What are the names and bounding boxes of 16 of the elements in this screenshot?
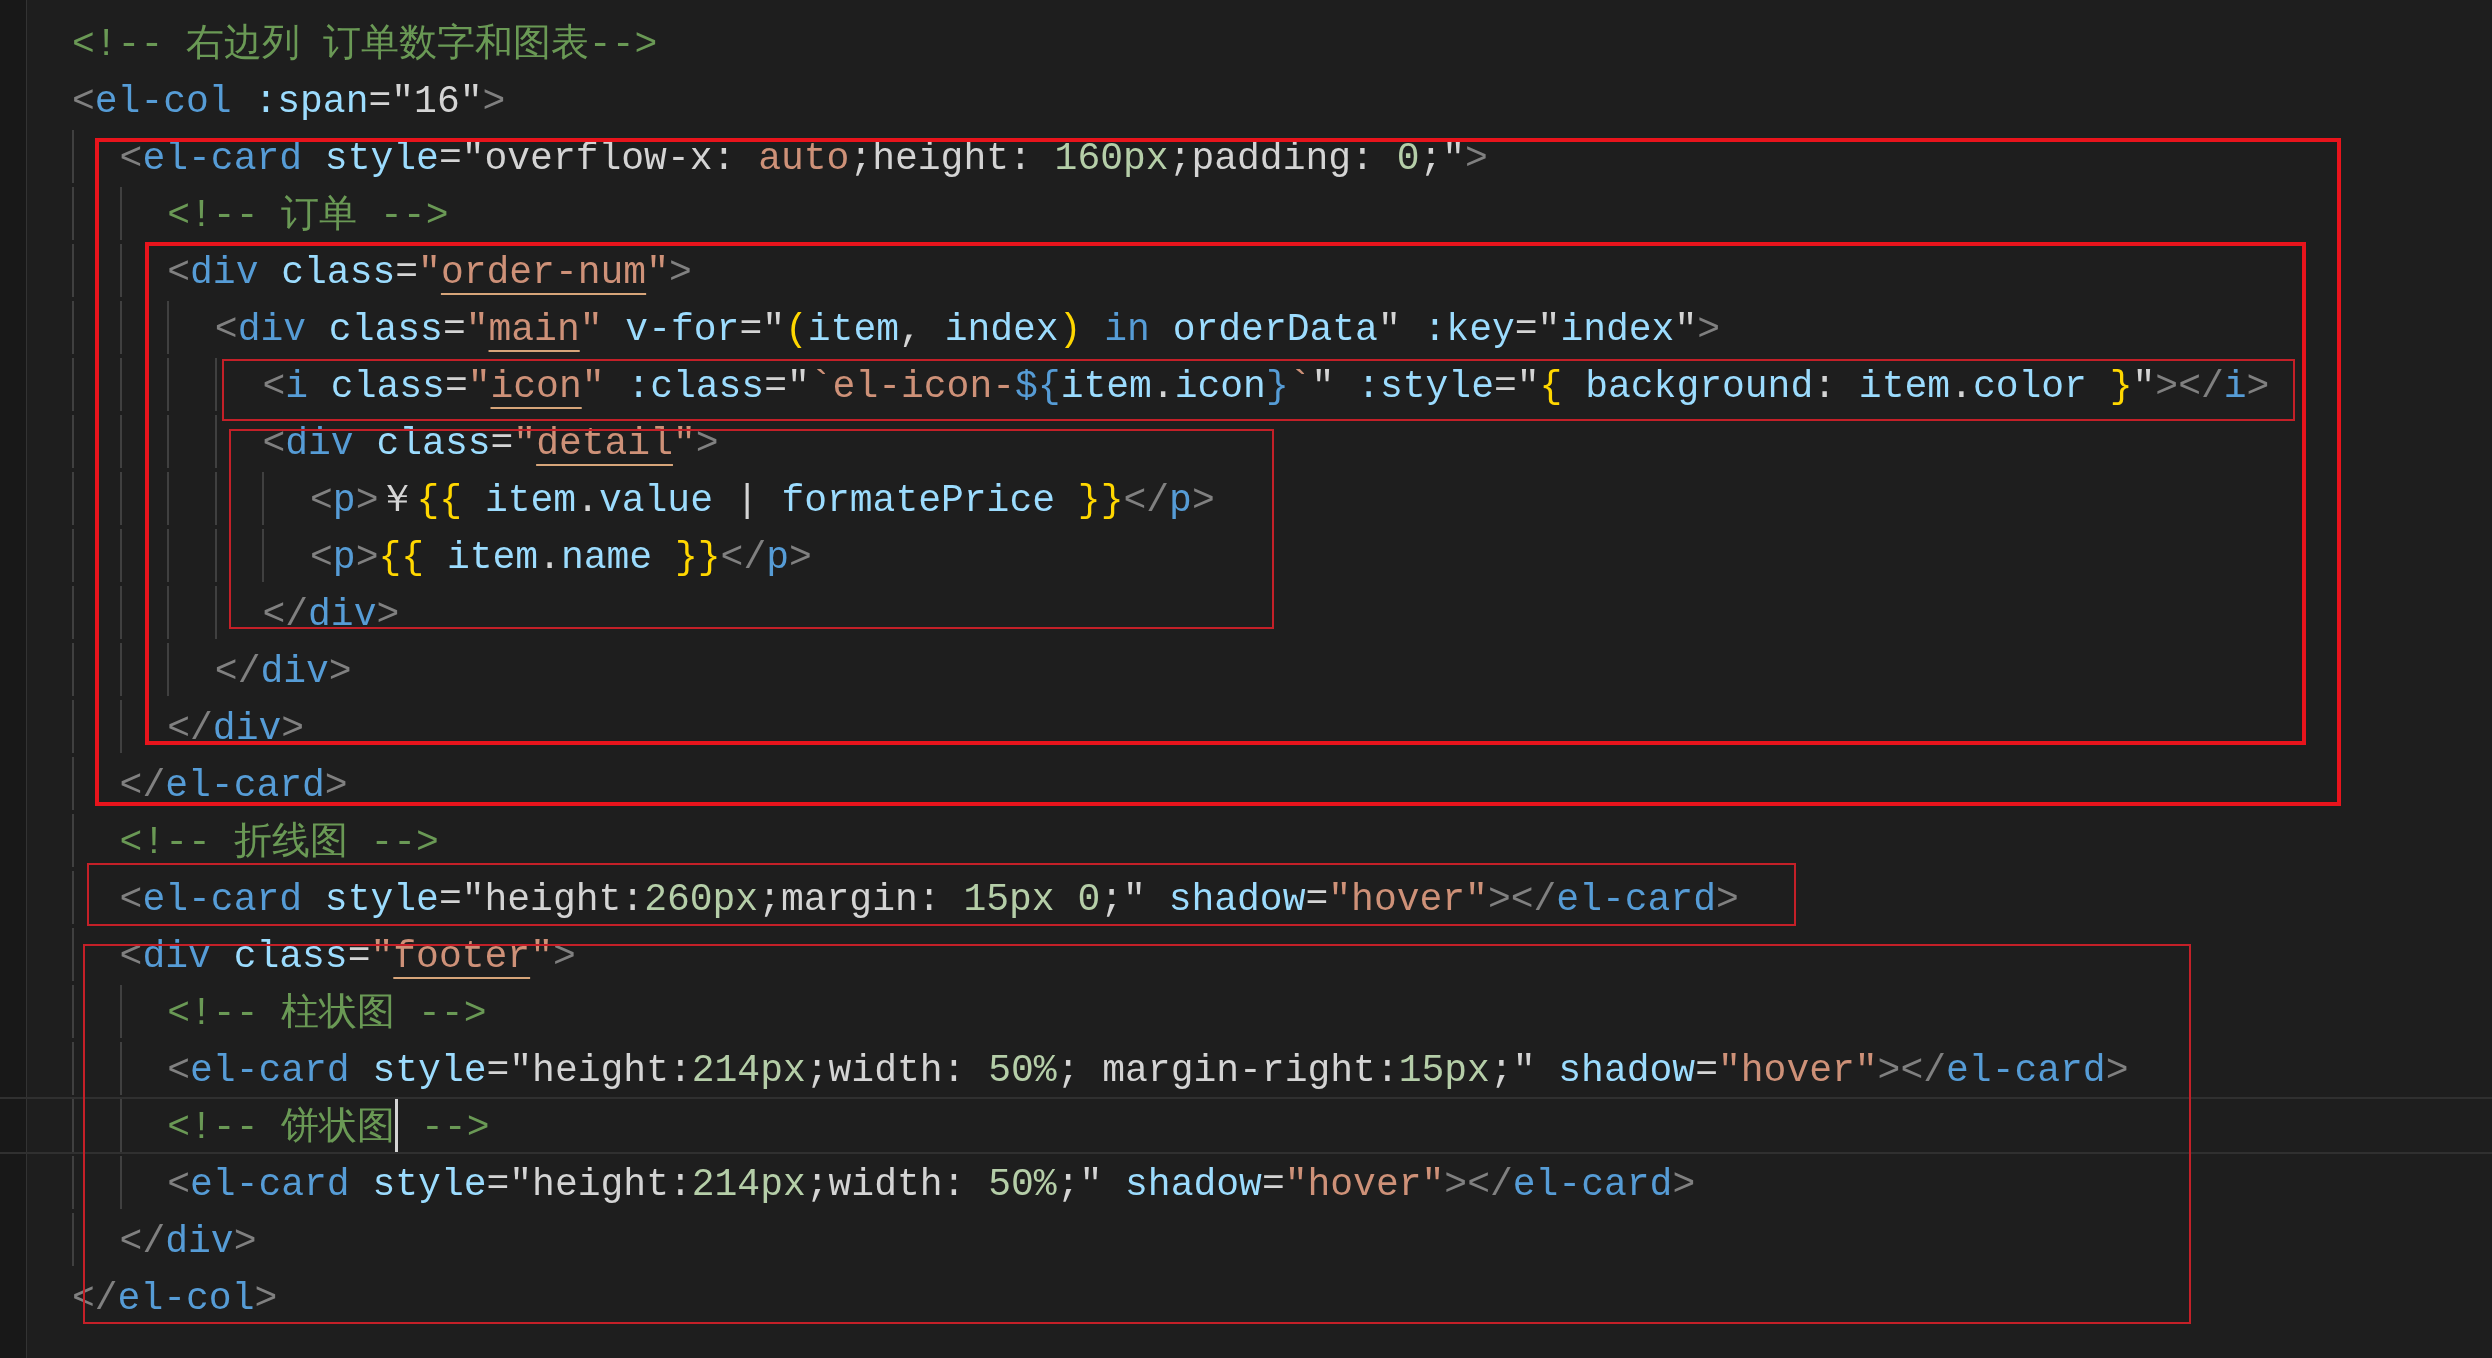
code-line: <i class="icon" :class="`el-icon-${item.icon}`" :style="{ background: item.color }"></i> xyxy=(0,356,2492,413)
code-line: </div> xyxy=(0,584,2492,641)
code-line: <!-- 订单 --> xyxy=(0,185,2492,242)
code-line: </el-card> xyxy=(0,755,2492,812)
code-line: <!-- 右边列 订单数字和图表--> xyxy=(71,22,659,68)
code-line: <el-col :span="16"> xyxy=(71,79,507,125)
code-line: </div> xyxy=(0,698,2492,755)
code-line: <el-card style="height:214px;width: 50%;" shadow="hover"></el-card> xyxy=(0,1154,2492,1211)
code-line: </div> xyxy=(0,1211,2492,1268)
code-line: <el-card style="height:214px;width: 50%; margin-right:15px;" shadow="hover"></el-card> xyxy=(0,1040,2492,1097)
code-line: <div class="main" v-for="(item, index) in orderData" :key="index"> xyxy=(0,299,2492,356)
code-line: <p>{{ item.name }}</p> xyxy=(0,527,2492,584)
code-line: <!-- 饼状图 --> xyxy=(0,1097,2492,1154)
code-line: </div> xyxy=(0,641,2492,698)
code-line: <!-- 柱状图 --> xyxy=(0,983,2492,1040)
code-line: <p>￥{{ item.value | formatePrice }}</p> xyxy=(0,470,2492,527)
